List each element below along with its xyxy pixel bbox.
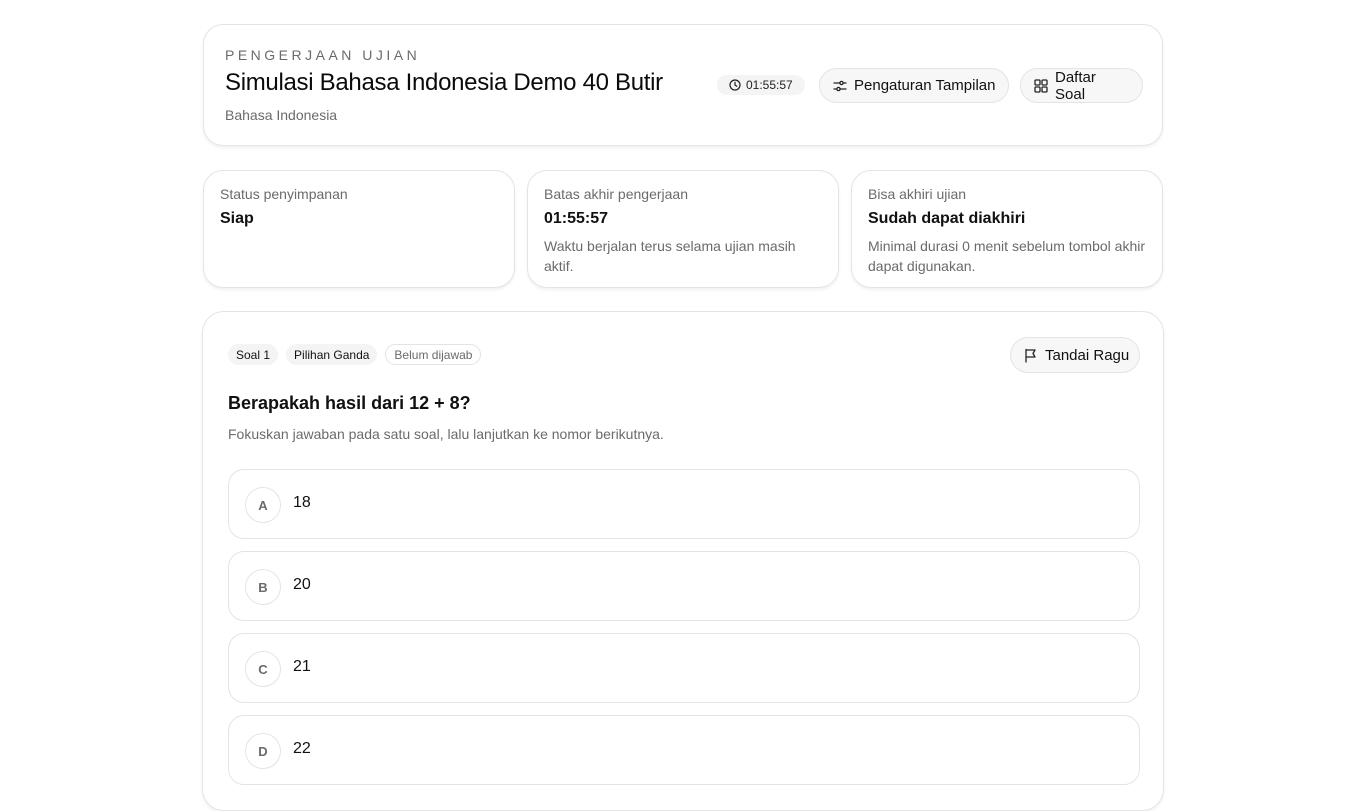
answer-option-a[interactable]: A 18 [228, 469, 1140, 539]
timer-value: 01:55:57 [746, 78, 793, 92]
question-type-badge: Pilihan Ganda [286, 344, 378, 365]
deadline-card: Batas akhir pengerjaan 01:55:57 Waktu be… [527, 170, 839, 288]
info-label: Bisa akhiri ujian [868, 186, 967, 202]
question-card: Soal 1 Pilihan Ganda Belum dijawab Tanda… [202, 311, 1164, 811]
mark-doubt-label: Tandai Ragu [1045, 346, 1130, 364]
grid-icon [1034, 78, 1048, 93]
answer-option-c[interactable]: C 21 [228, 633, 1140, 703]
question-list-button[interactable]: Daftar Soal [1020, 68, 1143, 103]
option-letter: A [245, 487, 281, 523]
question-tags: Soal 1 Pilihan Ganda Belum dijawab [228, 344, 482, 365]
mark-doubt-button[interactable]: Tandai Ragu [1010, 337, 1140, 373]
question-list-label: Daftar Soal [1055, 68, 1096, 103]
answer-option-d[interactable]: D 22 [228, 715, 1140, 785]
info-desc: Waktu berjalan terus selama ujian masih … [544, 238, 796, 274]
display-settings-button[interactable]: Pengaturan Tampilan [819, 68, 1009, 103]
option-letter: B [245, 569, 281, 605]
exam-header: PENGERJAAN UJIAN Simulasi Bahasa Indones… [203, 24, 1163, 146]
option-letter: D [245, 733, 281, 769]
question-hint: Fokuskan jawaban pada satu soal, lalu la… [228, 426, 664, 442]
subject-label: Bahasa Indonesia [225, 107, 338, 123]
option-letter: C [245, 651, 281, 687]
finish-exam-card: Bisa akhiri ujian Sudah dapat diakhiri M… [851, 170, 1163, 288]
info-label: Status penyimpanan [220, 186, 348, 202]
info-label: Batas akhir pengerjaan [544, 186, 688, 202]
option-text: 18 [293, 494, 311, 511]
answer-option-b[interactable]: B 20 [228, 551, 1140, 621]
info-value: 01:55:57 [544, 210, 609, 227]
question-number-badge: Soal 1 [228, 344, 279, 365]
option-text: 22 [293, 740, 311, 757]
flag-icon [1024, 348, 1038, 363]
info-desc: Minimal durasi 0 menit sebelum tombol ak… [868, 238, 1145, 274]
display-settings-label: Pengaturan Tampilan [854, 77, 996, 94]
page-title: Simulasi Bahasa Indonesia Demo 40 Butir [225, 69, 663, 96]
page-eyebrow: PENGERJAAN UJIAN [225, 47, 421, 63]
answer-status-badge: Belum dijawab [385, 344, 482, 365]
save-status-card: Status penyimpanan Siap [203, 170, 515, 288]
clock-icon [729, 79, 741, 91]
info-value: Sudah dapat diakhiri [868, 210, 1026, 227]
timer-badge: 01:55:57 [717, 75, 805, 95]
option-text: 20 [293, 576, 311, 593]
sliders-icon [833, 79, 847, 93]
option-text: 21 [293, 658, 311, 675]
info-value: Siap [220, 210, 254, 227]
question-text: Berapakah hasil dari 12 + 8? [228, 393, 471, 413]
